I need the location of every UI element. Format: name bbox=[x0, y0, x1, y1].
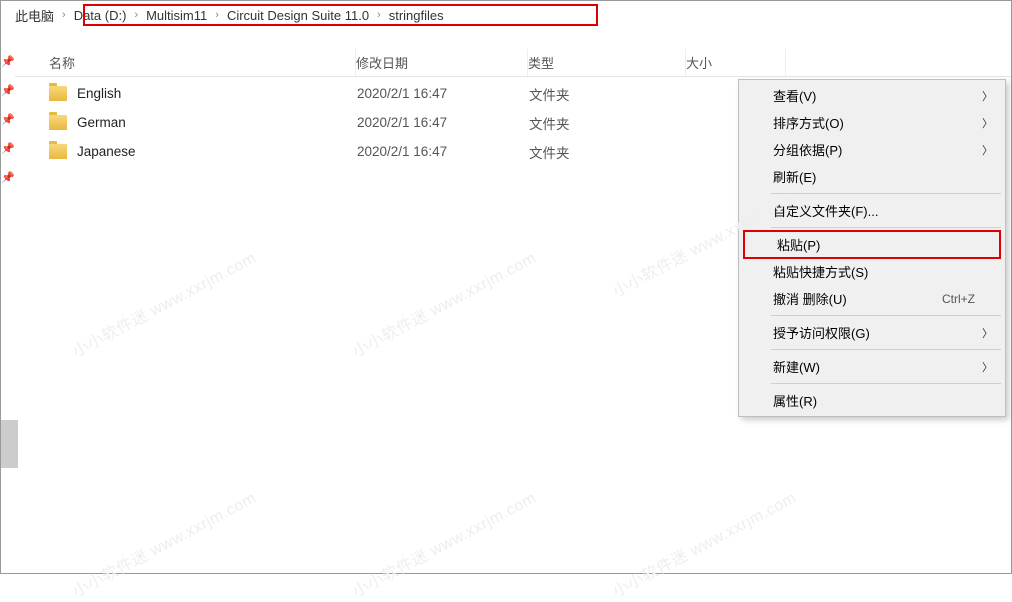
column-header-date-label: 修改日期 bbox=[356, 53, 408, 72]
watermark: 小小软件迷 www.xxrjm.com bbox=[347, 484, 539, 601]
menu-item-undo-delete[interactable]: 撤消 删除(U) Ctrl+Z bbox=[741, 285, 1003, 312]
menu-item-properties[interactable]: 属性(R) bbox=[741, 387, 1003, 414]
folder-icon bbox=[49, 86, 67, 101]
menu-item-view[interactable]: 查看(V) 〉 bbox=[741, 82, 1003, 109]
watermark: 小小软件迷 www.xxrjm.com bbox=[67, 244, 259, 361]
chevron-right-icon: › bbox=[60, 9, 68, 21]
menu-label: 自定义文件夹(F)... bbox=[773, 201, 993, 220]
file-name: Japanese bbox=[77, 144, 357, 159]
breadcrumb-part-1[interactable]: Multisim11 bbox=[140, 6, 213, 25]
pin-icon[interactable]: 📌 bbox=[1, 163, 15, 192]
pin-icon[interactable]: 📌 bbox=[1, 76, 15, 105]
menu-item-customize[interactable]: 自定义文件夹(F)... bbox=[741, 197, 1003, 224]
file-date: 2020/2/1 16:47 bbox=[357, 86, 529, 101]
menu-item-group[interactable]: 分组依据(P) 〉 bbox=[741, 136, 1003, 163]
watermark: 小小软件迷 www.xxrjm.com bbox=[347, 244, 539, 361]
menu-label: 授予访问权限(G) bbox=[773, 323, 993, 342]
menu-label: 查看(V) bbox=[773, 86, 993, 105]
chevron-right-icon: 〉 bbox=[982, 359, 993, 375]
menu-label: 属性(R) bbox=[773, 391, 993, 410]
pin-icon[interactable]: 📌 bbox=[1, 134, 15, 163]
column-header-name[interactable]: 名称 bbox=[1, 49, 356, 76]
menu-shortcut: Ctrl+Z bbox=[942, 292, 993, 306]
menu-label: 刷新(E) bbox=[773, 167, 993, 186]
context-menu: 查看(V) 〉 排序方式(O) 〉 分组依据(P) 〉 刷新(E) 自定义文件夹… bbox=[738, 79, 1006, 417]
column-headers: 名称 修改日期 类型 大小 bbox=[1, 49, 1011, 77]
breadcrumb-part-2[interactable]: Circuit Design Suite 11.0 bbox=[221, 6, 375, 25]
file-name: German bbox=[77, 115, 357, 130]
chevron-right-icon: › bbox=[132, 9, 140, 21]
menu-label: 撤消 删除(U) bbox=[773, 289, 942, 308]
chevron-right-icon: 〉 bbox=[982, 115, 993, 131]
menu-label: 排序方式(O) bbox=[773, 113, 993, 132]
menu-label: 粘贴快捷方式(S) bbox=[773, 262, 993, 281]
pin-icon[interactable]: 📌 bbox=[1, 105, 15, 134]
folder-icon bbox=[49, 144, 67, 159]
menu-label: 新建(W) bbox=[773, 357, 993, 376]
menu-label: 分组依据(P) bbox=[773, 140, 993, 159]
menu-label: 粘贴(P) bbox=[777, 235, 989, 254]
menu-item-sort[interactable]: 排序方式(O) 〉 bbox=[741, 109, 1003, 136]
chevron-right-icon: 〉 bbox=[982, 142, 993, 158]
breadcrumb[interactable]: 此电脑 › Data (D:) › Multisim11 › Circuit D… bbox=[1, 1, 1011, 29]
column-header-type[interactable]: 类型 bbox=[528, 49, 686, 76]
menu-separator bbox=[771, 383, 1001, 384]
menu-item-paste-shortcut[interactable]: 粘贴快捷方式(S) bbox=[741, 258, 1003, 285]
menu-separator bbox=[771, 193, 1001, 194]
menu-item-paste[interactable]: 粘贴(P) bbox=[743, 230, 1001, 259]
watermark: 小小软件迷 www.xxrjm.com bbox=[607, 484, 799, 601]
menu-separator bbox=[771, 315, 1001, 316]
file-type: 文件夹 bbox=[529, 142, 687, 162]
column-header-size-label: 大小 bbox=[686, 53, 712, 72]
menu-item-new[interactable]: 新建(W) 〉 bbox=[741, 353, 1003, 380]
chevron-right-icon: › bbox=[375, 9, 383, 21]
breadcrumb-root[interactable]: 此电脑 bbox=[9, 4, 60, 27]
pin-gutter: 📌 📌 📌 📌 📌 bbox=[1, 47, 15, 192]
chevron-right-icon: 〉 bbox=[982, 325, 993, 341]
file-date: 2020/2/1 16:47 bbox=[357, 144, 529, 159]
breadcrumb-part-3[interactable]: stringfiles bbox=[383, 6, 450, 25]
menu-item-grant-access[interactable]: 授予访问权限(G) 〉 bbox=[741, 319, 1003, 346]
scrollbar-thumb[interactable] bbox=[1, 420, 18, 468]
folder-icon bbox=[49, 115, 67, 130]
file-date: 2020/2/1 16:47 bbox=[357, 115, 529, 130]
pin-icon[interactable]: 📌 bbox=[1, 47, 15, 76]
column-header-name-label: 名称 bbox=[49, 53, 75, 72]
column-header-date[interactable]: 修改日期 bbox=[356, 49, 528, 76]
chevron-right-icon: › bbox=[213, 9, 221, 21]
breadcrumb-part-0[interactable]: Data (D:) bbox=[68, 6, 133, 25]
menu-item-refresh[interactable]: 刷新(E) bbox=[741, 163, 1003, 190]
file-type: 文件夹 bbox=[529, 84, 687, 104]
file-name: English bbox=[77, 86, 357, 101]
menu-separator bbox=[771, 227, 1001, 228]
chevron-right-icon: 〉 bbox=[982, 88, 993, 104]
file-type: 文件夹 bbox=[529, 113, 687, 133]
menu-separator bbox=[771, 349, 1001, 350]
column-header-size[interactable]: 大小 bbox=[686, 49, 786, 76]
column-header-type-label: 类型 bbox=[528, 53, 554, 72]
watermark: 小小软件迷 www.xxrjm.com bbox=[67, 484, 259, 601]
